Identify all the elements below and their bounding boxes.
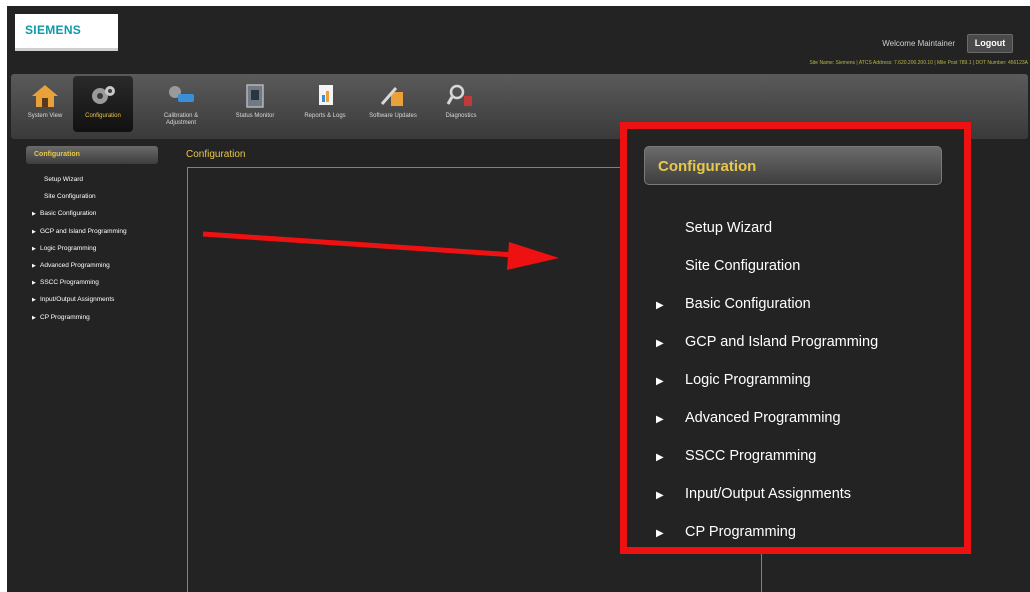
app-window: SIEMENS Welcome Maintainer Logout Site N… [7, 6, 1030, 592]
pointer-arrow-icon [202, 231, 559, 270]
